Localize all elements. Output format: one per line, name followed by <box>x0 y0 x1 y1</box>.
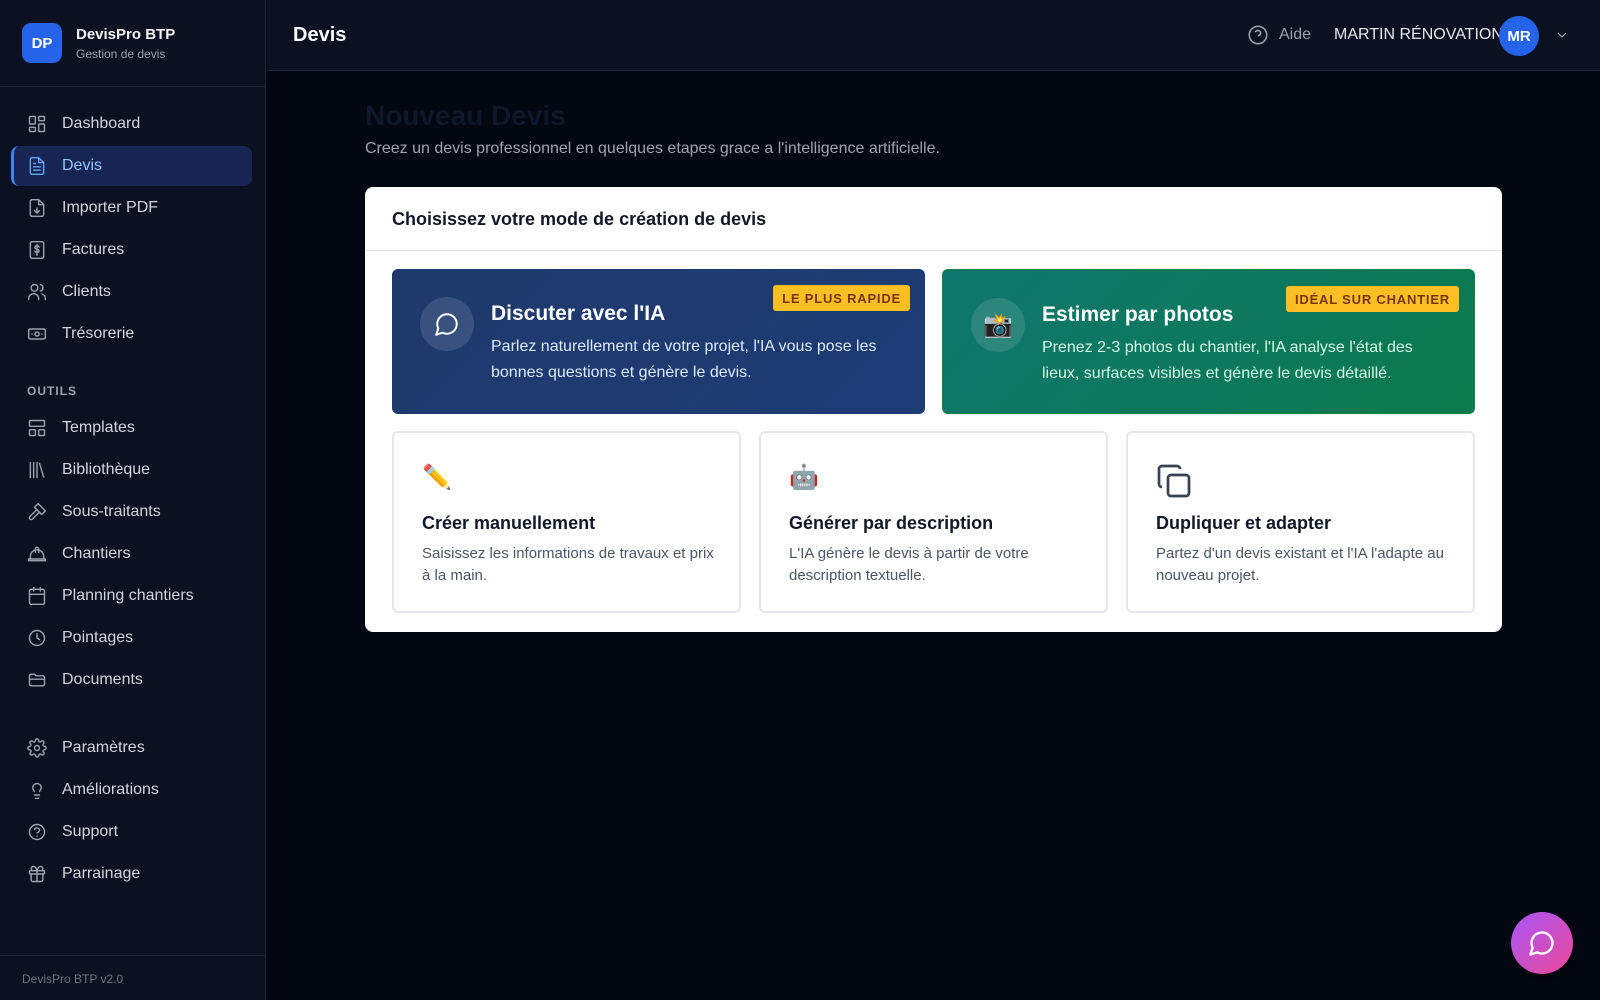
company-name[interactable]: MARTIN RÉNOVATION <box>1334 26 1503 44</box>
mode-card-description-generate[interactable]: 🤖 Générer par description L'IA génère le… <box>759 431 1108 613</box>
mode-card-description: Partez d'un devis existant et l'IA l'ada… <box>1156 545 1444 584</box>
sidebar-item-documents[interactable]: Documents <box>11 660 252 700</box>
page-subtitle: Creez un devis professionnel en quelques… <box>365 140 940 157</box>
sidebar-item-label: Pointages <box>62 629 134 646</box>
sidebar-item-support[interactable]: Support <box>11 812 252 852</box>
sidebar-item-pointages[interactable]: Pointages <box>11 618 252 658</box>
help-button[interactable]: Aide <box>1247 24 1311 46</box>
mode-card-title: Dupliquer et adapter <box>1156 513 1332 533</box>
sidebar-item-devis[interactable]: Devis <box>11 146 252 186</box>
sidebar-item-label: Documents <box>62 671 143 688</box>
gear-icon <box>27 738 47 758</box>
robot-icon: 🤖 <box>789 464 819 491</box>
sidebar-item-label: Planning chantiers <box>62 587 194 604</box>
mode-card-description: Saisissez les informations de travaux et… <box>422 545 714 584</box>
sidebar-item-label: Améliorations <box>62 781 159 798</box>
sidebar-item-dashboard[interactable]: Dashboard <box>11 104 252 144</box>
sidebar-section-label: OUTILS <box>27 384 77 398</box>
brand-subtitle: Gestion de devis <box>76 46 166 61</box>
badge-fastest: LE PLUS RAPIDE <box>773 285 910 311</box>
mode-card-description: Parlez naturellement de votre projet, l'… <box>491 338 877 381</box>
users-icon <box>27 283 47 301</box>
brand-logo: DP <box>22 23 62 63</box>
sidebar-item-tresorerie[interactable]: Trésorerie <box>11 314 252 354</box>
gift-icon <box>28 865 46 883</box>
sidebar-item-label: Clients <box>62 283 111 300</box>
sidebar-item-templates[interactable]: Templates <box>11 408 252 448</box>
sidebar-item-label: Paramètres <box>62 739 145 756</box>
copy-icon <box>1156 463 1191 498</box>
page-title: Nouveau Devis <box>365 100 566 131</box>
sidebar: DP DevisPro BTP Gestion de devis Dashboa… <box>0 0 266 1000</box>
sidebar-item-label: Trésorerie <box>62 325 135 342</box>
sidebar-item-label: Sous-traitants <box>62 503 161 520</box>
help-circle-icon <box>1248 25 1268 45</box>
mode-card-description: L'IA génère le devis à partir de votre d… <box>789 545 1029 584</box>
chat-bubble-icon <box>420 297 474 351</box>
template-icon <box>28 419 46 437</box>
sidebar-item-planning-chantiers[interactable]: Planning chantiers <box>11 576 252 616</box>
banknote-icon <box>27 328 47 340</box>
sidebar-item-sous-traitants[interactable]: Sous-traitants <box>11 492 252 532</box>
chat-assistant-button[interactable] <box>1511 912 1573 974</box>
help-circle-icon <box>28 823 46 841</box>
sidebar-item-label: Chantiers <box>62 545 131 562</box>
sidebar-item-label: Dashboard <box>62 115 141 132</box>
mode-card-title: Estimer par photos <box>1042 303 1234 326</box>
mode-card-photo-estimate[interactable]: 📸 Estimer par photos Prenez 2-3 photos d… <box>942 269 1475 414</box>
mode-card-duplicate[interactable]: Dupliquer et adapter Partez d'un devis e… <box>1126 431 1475 613</box>
mode-card-chat-ai[interactable]: Discuter avec l'IA Parlez naturellement … <box>392 269 925 414</box>
lightbulb-icon <box>32 782 42 800</box>
dashboard-icon <box>28 115 46 133</box>
sidebar-item-ameliorations[interactable]: Améliorations <box>11 770 252 810</box>
pencil-icon: ✏️ <box>422 464 452 491</box>
sidebar-item-parrainage[interactable]: Parrainage <box>11 854 252 894</box>
camera-flash-icon: 📸 <box>971 298 1025 352</box>
sidebar-item-label: Bibliothèque <box>62 461 151 478</box>
top-header: Devis Aide MARTIN RÉNOVATION MR <box>267 0 1600 71</box>
sidebar-item-label: Support <box>62 823 119 840</box>
sidebar-item-label: Templates <box>62 419 135 436</box>
sidebar-item-bibliotheque[interactable]: Bibliothèque <box>11 450 252 490</box>
chat-bubble-icon <box>1529 931 1554 956</box>
sidebar-item-label: Importer PDF <box>62 199 159 216</box>
document-icon <box>29 156 45 176</box>
mode-card-title: Créer manuellement <box>422 513 596 533</box>
clock-icon <box>28 629 46 647</box>
sidebar-item-label: Factures <box>62 241 125 258</box>
mode-card-manual[interactable]: ✏️ Créer manuellement Saisissez les info… <box>392 431 741 613</box>
hammer-icon <box>28 502 47 521</box>
brand[interactable]: DP DevisPro BTP Gestion de devis <box>0 0 265 87</box>
chevron-down-icon[interactable] <box>1554 27 1570 43</box>
panel-title: Choisissez votre mode de création de dev… <box>365 187 1502 251</box>
sidebar-footer-version: DevisPro BTP v2.0 <box>0 955 266 1000</box>
file-import-icon <box>29 198 45 218</box>
library-icon <box>29 461 45 479</box>
sidebar-item-clients[interactable]: Clients <box>11 272 252 312</box>
mode-selection-panel: Choisissez votre mode de création de dev… <box>365 187 1502 632</box>
mode-card-title: Générer par description <box>789 513 994 533</box>
mode-card-description: Prenez 2-3 photos du chantier, l'IA anal… <box>1042 339 1413 382</box>
sidebar-item-factures[interactable]: Factures <box>11 230 252 270</box>
help-label: Aide <box>1279 26 1312 43</box>
brand-name: DevisPro BTP <box>76 25 176 43</box>
sidebar-item-importer-pdf[interactable]: Importer PDF <box>11 188 252 228</box>
invoice-icon <box>29 240 45 260</box>
sidebar-item-parametres[interactable]: Paramètres <box>11 728 252 768</box>
hardhat-icon <box>27 546 47 562</box>
sidebar-item-chantiers[interactable]: Chantiers <box>11 534 252 574</box>
folder-icon <box>28 673 46 687</box>
badge-ideal-site: IDÉAL SUR CHANTIER <box>1285 286 1459 312</box>
calendar-icon <box>28 586 46 606</box>
mode-card-title: Discuter avec l'IA <box>491 302 666 325</box>
page-header-title: Devis <box>293 24 347 46</box>
avatar[interactable]: MR <box>1499 16 1539 56</box>
sidebar-item-label: Devis <box>62 157 103 174</box>
sidebar-item-label: Parrainage <box>62 865 141 882</box>
